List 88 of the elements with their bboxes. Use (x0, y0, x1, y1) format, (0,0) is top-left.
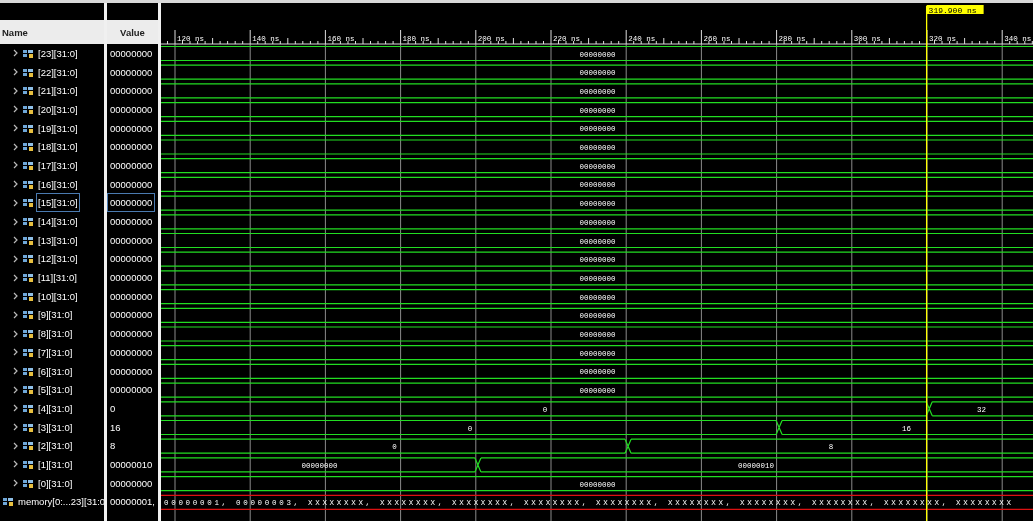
signal-name[interactable]: [5][31:0] (36, 380, 75, 400)
bus-signal-icon (23, 347, 34, 357)
signal-name[interactable]: [20][31:0] (36, 99, 80, 119)
signal-name[interactable]: [19][31:0] (36, 118, 80, 138)
bus-signal-icon (23, 198, 34, 208)
expand-chevron-icon[interactable] (13, 348, 19, 357)
bus-signal-icon (23, 459, 34, 469)
signal-value: 00000000 (109, 308, 154, 323)
signal-name[interactable]: [17][31:0] (36, 155, 80, 175)
expand-chevron-icon[interactable] (13, 273, 19, 282)
signal-name[interactable]: [8][31:0] (36, 324, 75, 344)
signal-value: 16 (109, 420, 122, 435)
signal-name[interactable]: [1][31:0] (36, 454, 75, 474)
bus-signal-icon (23, 142, 34, 152)
bus-signal-icon (23, 441, 34, 451)
cursor-time-marker[interactable]: 319.900 ns (926, 5, 984, 15)
signal-value: 00000000 (109, 252, 154, 267)
signal-name[interactable]: [3][31:0] (36, 417, 75, 437)
signal-value: 00000000 (109, 84, 154, 99)
expand-chevron-icon[interactable] (13, 49, 19, 58)
value-column-header[interactable]: Value (107, 20, 158, 44)
signal-name[interactable]: [11][31:0] (36, 268, 79, 288)
signal-value: 00000000 (109, 233, 154, 248)
signal-name[interactable]: [4][31:0] (36, 398, 75, 418)
signal-value: 00000000 (109, 345, 154, 360)
expand-chevron-icon[interactable] (13, 217, 19, 226)
expand-chevron-icon[interactable] (13, 404, 19, 413)
bus-signal-icon (23, 179, 34, 189)
bus-signal-icon (23, 86, 34, 96)
signal-name[interactable]: [12][31:0] (36, 249, 80, 269)
name-column-header[interactable]: Name (0, 20, 104, 44)
bus-signal-icon (23, 329, 34, 339)
signal-value: 00000000 (109, 102, 154, 117)
signal-value: 00000000 (109, 327, 154, 342)
signal-name[interactable]: [13][31:0] (36, 230, 80, 250)
signal-name[interactable]: [18][31:0] (36, 137, 80, 157)
bus-signal-icon (3, 497, 14, 507)
bus-signal-icon (23, 235, 34, 245)
signal-name[interactable]: [15][31:0] (36, 193, 80, 213)
signal-value: 00000000 (109, 271, 154, 286)
signal-name[interactable]: [16][31:0] (36, 174, 80, 194)
signal-value: 00000000 (109, 215, 154, 230)
signal-name[interactable]: [22][31:0] (36, 62, 80, 82)
bus-signal-icon (23, 385, 34, 395)
bus-signal-icon (23, 403, 34, 413)
bus-signal-icon (23, 310, 34, 320)
expand-chevron-icon[interactable] (13, 105, 19, 114)
signal-name[interactable]: memory[0:...23][31:0 (16, 492, 108, 512)
signal-name[interactable]: [6][31:0] (36, 361, 75, 381)
signal-name[interactable]: [9][31:0] (36, 305, 75, 325)
signal-name[interactable]: [0][31:0] (36, 473, 75, 493)
signal-value: 00000000 (109, 158, 154, 173)
signal-name[interactable]: [10][31:0] (36, 286, 80, 306)
bus-signal-icon (23, 273, 34, 283)
expand-chevron-icon[interactable] (13, 161, 19, 170)
signal-value: 00000010 (109, 457, 154, 472)
signal-value: 00000000 (109, 121, 154, 136)
signal-value: 00000000 (109, 364, 154, 379)
signal-name[interactable]: [21][31:0] (36, 81, 80, 101)
expand-chevron-icon[interactable] (13, 329, 19, 338)
signal-value: 00000000 (109, 383, 154, 398)
bus-signal-icon (23, 366, 34, 376)
signal-value: 00000000 (109, 46, 154, 61)
signal-name[interactable]: [14][31:0] (36, 212, 80, 232)
bus-signal-icon (23, 422, 34, 432)
bus-signal-icon (23, 123, 34, 133)
signal-value: 00000000 (109, 476, 154, 491)
signal-name[interactable]: [7][31:0] (36, 342, 75, 362)
bus-signal-icon (23, 254, 34, 264)
signal-value: 00000000 (107, 193, 156, 213)
bus-signal-icon (23, 67, 34, 77)
signal-value: 00000000 (109, 177, 154, 192)
signal-value: 00000000 (109, 140, 154, 155)
signal-value: 00000000 (109, 289, 154, 304)
signal-value: 00000000 (109, 65, 154, 80)
signal-value: 0 (109, 401, 117, 416)
bus-signal-icon (23, 217, 34, 227)
bus-signal-icon (23, 160, 34, 170)
signal-name[interactable]: [23][31:0] (36, 43, 80, 63)
bus-signal-icon (23, 478, 34, 488)
bus-signal-icon (23, 48, 34, 58)
bus-signal-icon (23, 104, 34, 114)
expand-chevron-icon[interactable] (13, 479, 19, 488)
signal-value: 8 (109, 439, 117, 454)
expand-chevron-icon[interactable] (13, 460, 19, 469)
signal-name[interactable]: [2][31:0] (36, 436, 75, 456)
signal-value: 00000001, (109, 495, 156, 510)
bus-signal-icon (23, 291, 34, 301)
